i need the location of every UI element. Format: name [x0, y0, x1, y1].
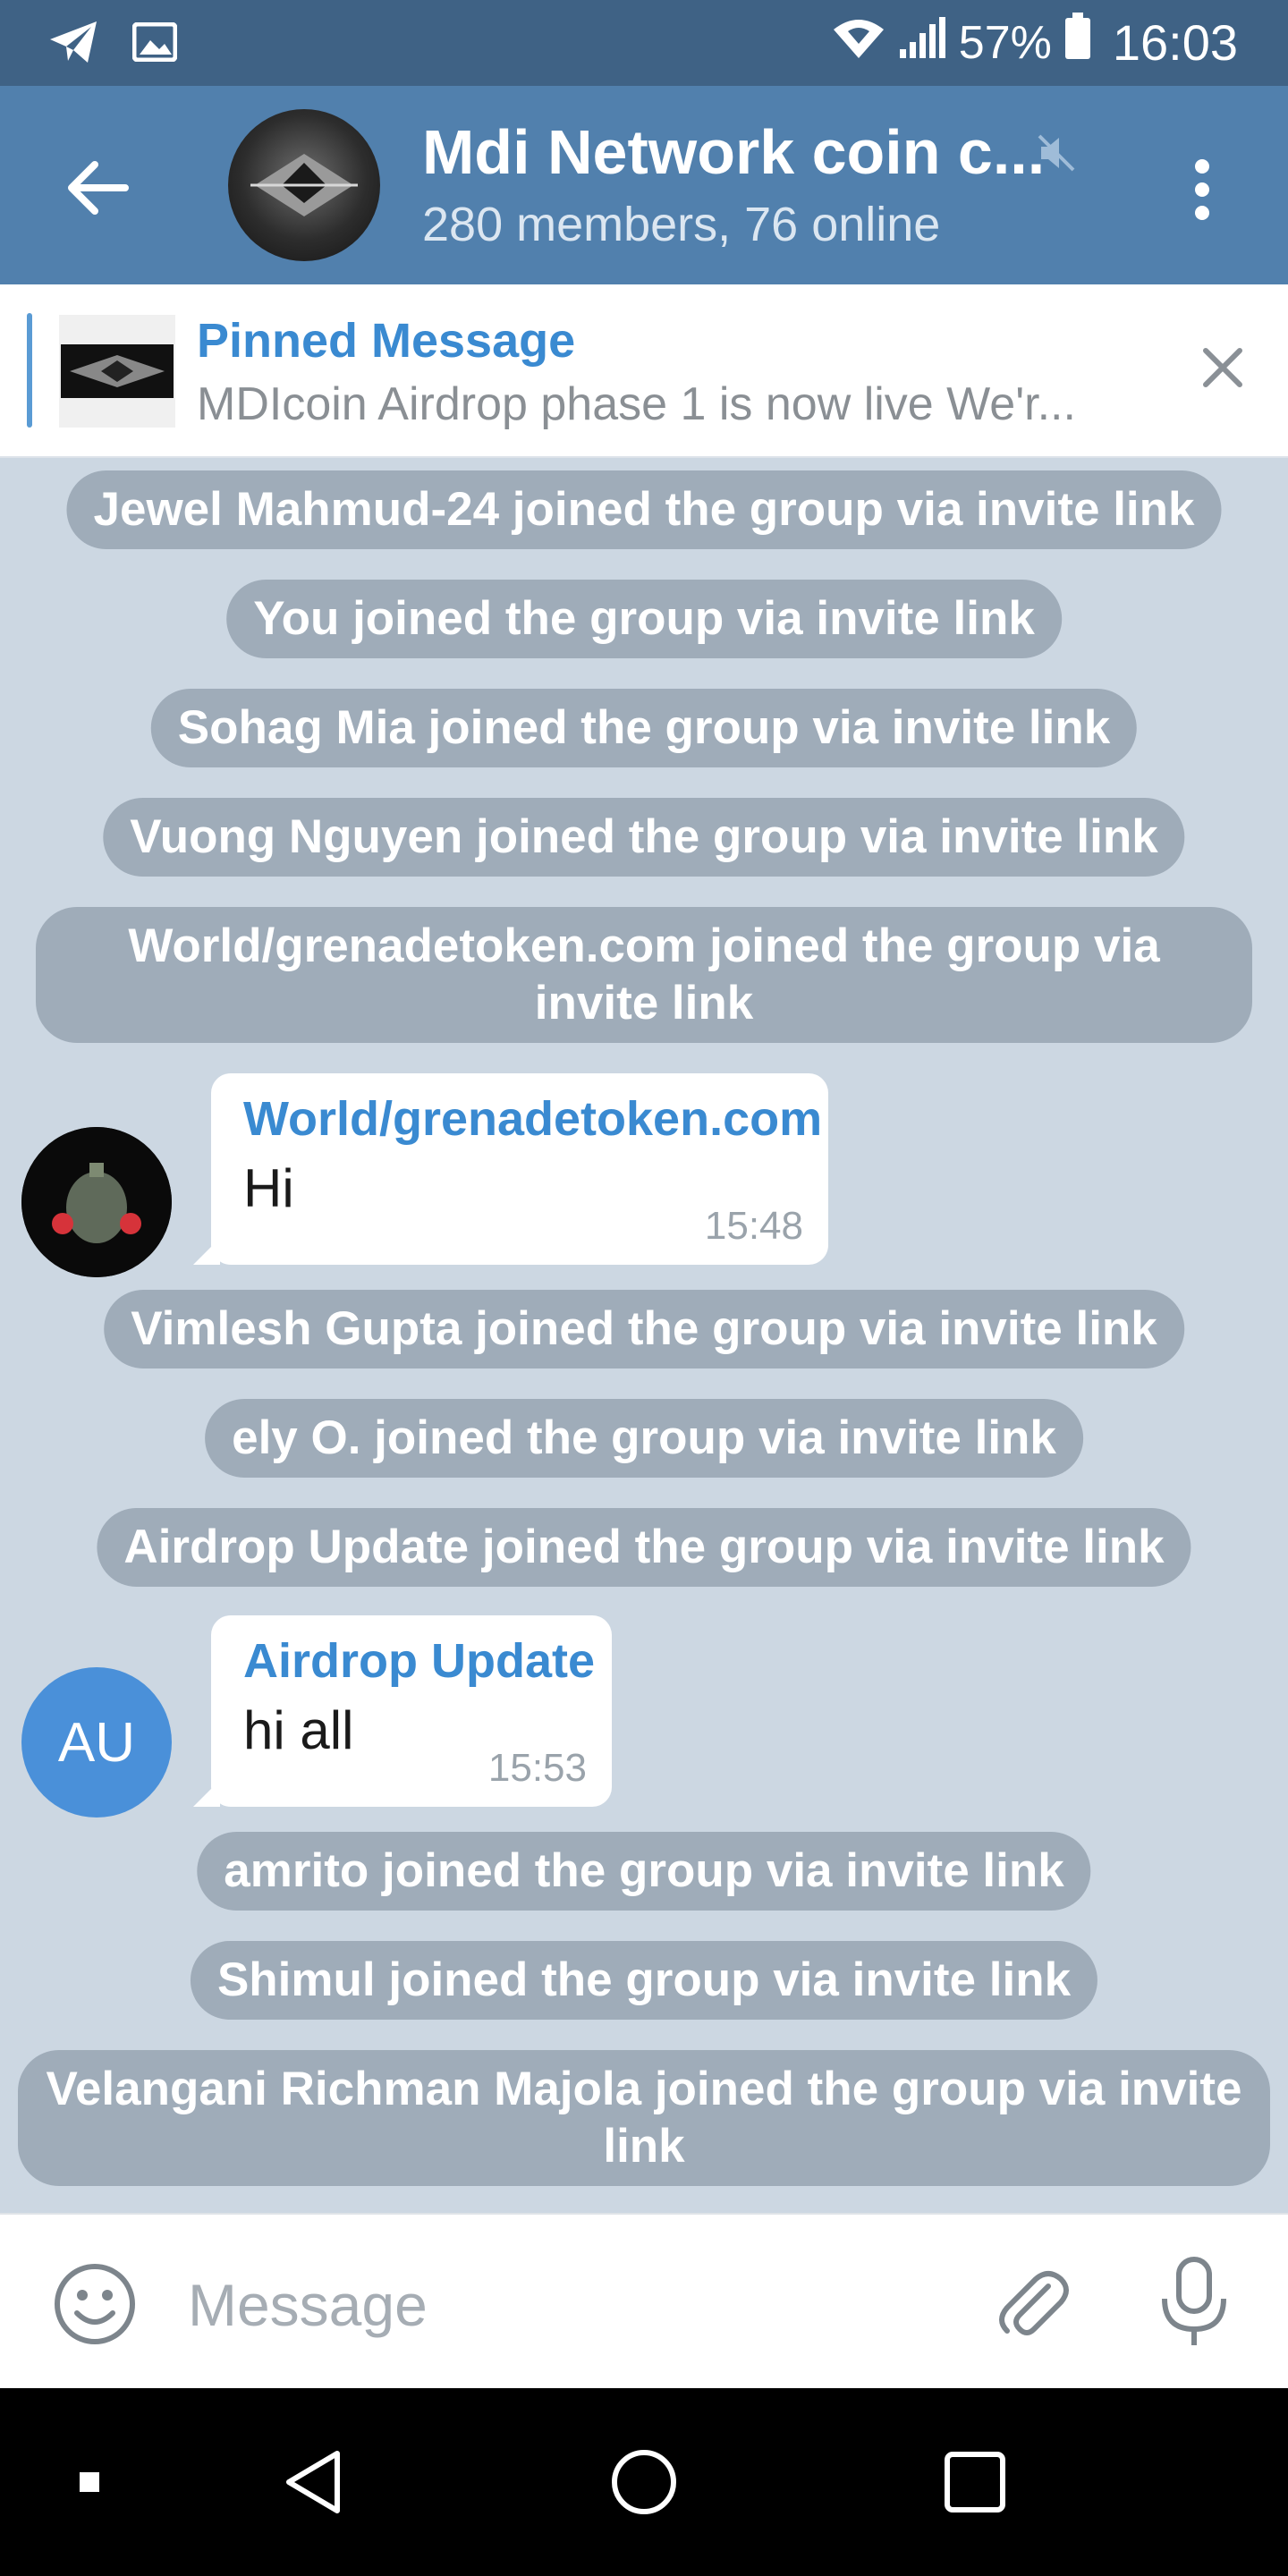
message-composer [0, 2213, 1288, 2390]
chat-history[interactable]: Jewel Mahmud-24 joined the group via inv… [0, 456, 1288, 2213]
pinned-label: Pinned Message [197, 314, 576, 368]
image-icon [131, 21, 178, 66]
nav-back-icon[interactable] [268, 2388, 358, 2576]
back-arrow-icon[interactable] [63, 154, 131, 222]
nav-home-icon[interactable] [599, 2388, 689, 2576]
emoji-icon[interactable] [52, 2261, 138, 2347]
wifi-icon [832, 13, 886, 72]
sender-avatar[interactable]: AU [21, 1667, 172, 1818]
service-message: Vuong Nguyen joined the group via invite… [103, 798, 1185, 877]
pinned-accent-line [27, 313, 32, 428]
muted-icon [1036, 132, 1077, 174]
battery-icon [1064, 13, 1091, 72]
nav-recents-icon[interactable] [930, 2388, 1020, 2576]
signal-icon [898, 13, 946, 72]
close-icon[interactable] [1199, 343, 1247, 392]
service-message: amrito joined the group via invite link [197, 1832, 1091, 1911]
group-avatar[interactable] [228, 109, 380, 261]
pinned-thumbnail [59, 315, 175, 428]
nav-dot-icon[interactable] [54, 2388, 125, 2576]
microphone-icon[interactable] [1154, 2256, 1234, 2349]
service-message: ely O. joined the group via invite link [205, 1399, 1083, 1478]
message-input[interactable] [186, 2250, 959, 2360]
sender-avatar[interactable] [21, 1127, 172, 1277]
message-bubble[interactable]: World/grenadetoken.com Hi 15:48 [193, 1073, 828, 1265]
status-bar: 57% 16:03 [0, 0, 1288, 86]
message-time: 15:53 [487, 1746, 587, 1790]
service-message: Vimlesh Gupta joined the group via invit… [104, 1290, 1184, 1368]
member-count: 280 members, 76 online [422, 198, 941, 251]
sender-name[interactable]: Airdrop Update [243, 1633, 595, 1689]
sender-name[interactable]: World/grenadetoken.com [243, 1091, 822, 1147]
service-message: Velangani Richman Majola joined the grou… [18, 2050, 1270, 2186]
paperclip-icon[interactable] [989, 2259, 1075, 2345]
group-title[interactable]: Mdi Network coin c... [422, 116, 1045, 188]
service-message: You joined the group via invite link [226, 580, 1062, 658]
message-bubble[interactable]: Airdrop Update hi all 15:53 [193, 1615, 612, 1807]
battery-percent: 57% [958, 16, 1052, 69]
service-message: Shimul joined the group via invite link [190, 1941, 1098, 2020]
service-message: Airdrop Update joined the group via invi… [97, 1508, 1191, 1587]
pinned-message-bar[interactable]: Pinned Message MDIcoin Airdrop phase 1 i… [0, 284, 1288, 458]
chat-header: Mdi Network coin c... 280 members, 76 on… [0, 86, 1288, 284]
more-options-icon[interactable] [1179, 157, 1225, 222]
navigation-bar [0, 2388, 1288, 2576]
message-time: 15:48 [704, 1204, 803, 1248]
service-message: World/grenadetoken.com joined the group … [36, 907, 1252, 1043]
service-message: Sohag Mia joined the group via invite li… [150, 689, 1138, 767]
telegram-icon [48, 20, 100, 69]
pinned-text: MDIcoin Airdrop phase 1 is now live We'r… [197, 378, 1076, 430]
clock: 16:03 [1112, 14, 1238, 71]
service-message: Jewel Mahmud-24 joined the group via inv… [66, 470, 1222, 549]
